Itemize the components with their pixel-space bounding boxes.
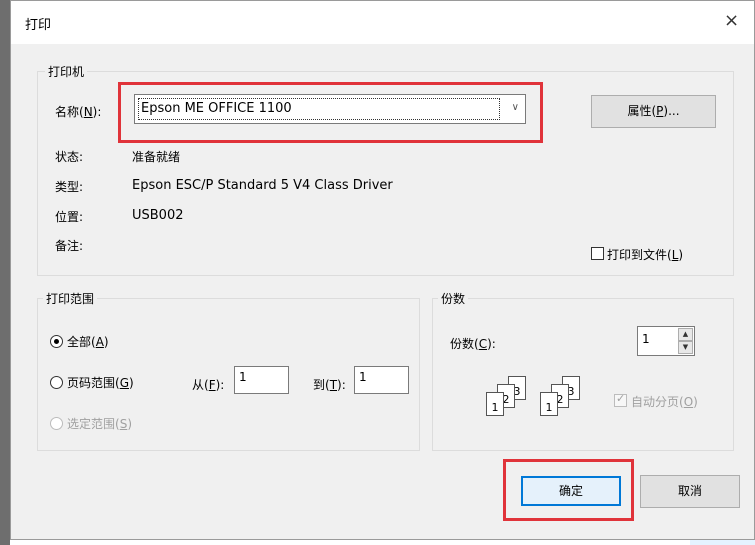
type-value: Epson ESC/P Standard 5 V4 Class Driver [132, 178, 393, 193]
print-range-legend: 打印范围 [43, 290, 98, 307]
title-bar: 打印 × [11, 1, 754, 44]
copies-up-icon[interactable]: ▲ [678, 328, 693, 341]
copies-down-icon[interactable]: ▼ [678, 341, 693, 354]
type-label: 类型: [55, 180, 84, 194]
chevron-down-icon: ∨ [511, 102, 519, 113]
range-pages-radio[interactable] [50, 376, 63, 389]
print-to-file-label: 打印到文件(L) [607, 248, 684, 262]
copies-legend: 份数 [438, 290, 469, 307]
comment-label: 备注: [55, 239, 84, 253]
to-label: 到(T): [313, 378, 346, 392]
close-icon[interactable]: × [724, 11, 739, 31]
dialog-title: 打印 [25, 18, 52, 33]
collate-label: 自动分页(O) [631, 395, 698, 409]
range-all-label: 全部(A) [67, 335, 109, 349]
ok-button[interactable]: 确定 [521, 476, 621, 506]
range-all-radio[interactable] [50, 335, 63, 348]
print-dialog: 打印 × 打印机 名称(N): Epson ME OFFICE 1100 ∨ 属… [10, 0, 755, 540]
range-selection-radio[interactable] [50, 417, 63, 430]
to-page-input[interactable]: 1 [354, 366, 409, 394]
name-label: 名称(N): [55, 105, 102, 119]
from-page-input[interactable]: 1 [234, 366, 289, 394]
cancel-button[interactable]: 取消 [640, 475, 740, 508]
from-label: 从(F): [192, 378, 225, 392]
copies-group [432, 298, 734, 451]
status-value: 准备就绪 [132, 150, 181, 164]
printer-name-value: Epson ME OFFICE 1100 [141, 101, 292, 116]
properties-button[interactable]: 属性(P)... [591, 95, 716, 128]
collate-checkbox[interactable]: ✓ [614, 392, 627, 407]
stack1-page-1: 1 [486, 392, 504, 416]
collate-stack-2: 3 2 1 [540, 376, 596, 420]
range-pages-label: 页码范围(G) [67, 376, 134, 390]
location-label: 位置: [55, 210, 84, 224]
printer-group-legend: 打印机 [45, 63, 88, 80]
status-label: 状态: [55, 150, 84, 164]
background-window-corner [690, 540, 755, 545]
copies-label: 份数(C): [450, 337, 496, 351]
printer-name-dropdown[interactable]: Epson ME OFFICE 1100 ∨ [134, 94, 526, 124]
collate-stack-1: 3 2 1 [486, 376, 542, 420]
stack2-page-1: 1 [540, 392, 558, 416]
background-window-edge [0, 0, 10, 545]
checkmark-icon: ✓ [616, 392, 626, 405]
range-selection-label: 选定范围(S) [67, 417, 132, 431]
location-value: USB002 [132, 208, 184, 223]
print-to-file-checkbox[interactable] [591, 247, 604, 260]
